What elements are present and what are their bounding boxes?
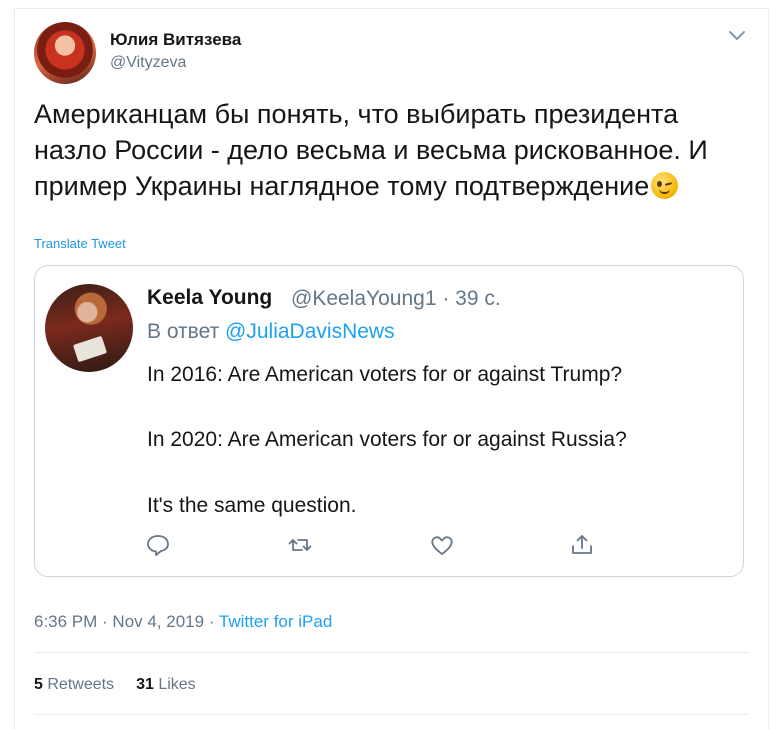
author-display-name[interactable]: Юлия Витязева — [110, 30, 241, 50]
tweet-text-content: Американцам бы понять, что выбирать през… — [34, 99, 708, 201]
tweet-source-link[interactable]: Twitter for iPad — [219, 612, 332, 631]
winking-face-emoji-icon — [651, 172, 679, 199]
tweet-stats: 5 Retweets 31 Likes — [34, 676, 196, 694]
likes-stat[interactable]: 31 Likes — [136, 676, 196, 693]
divider — [34, 652, 749, 653]
quoted-handle-time: @KeelaYoung1 · 39 с. — [291, 287, 501, 310]
translate-tweet-link[interactable]: Translate Tweet — [34, 236, 126, 251]
retweets-label: Retweets — [47, 676, 115, 693]
tweet-timestamp: 6:36 PM · Nov 4, 2019 · Twitter for iPad — [34, 612, 332, 632]
quoted-reply-prefix: В ответ — [147, 320, 220, 343]
frame-right-border — [768, 8, 769, 729]
tweet-text: Американцам бы понять, что выбирать през… — [34, 96, 734, 204]
share-icon[interactable] — [569, 532, 595, 558]
quoted-text-line: It's the same question. — [147, 494, 357, 517]
retweets-count: 5 — [34, 676, 43, 693]
retweets-stat[interactable]: 5 Retweets — [34, 676, 114, 693]
divider — [34, 714, 749, 715]
author-avatar[interactable] — [34, 22, 96, 84]
quoted-text-line: In 2016: Are American voters for or agai… — [147, 363, 623, 386]
author-handle[interactable]: @Vityzeva — [110, 54, 186, 72]
quoted-text-line: In 2020: Are American voters for or agai… — [147, 428, 627, 451]
quoted-tweet-card[interactable]: Keela Young @KeelaYoung1 · 39 с. В ответ… — [34, 265, 744, 577]
like-icon[interactable] — [429, 532, 455, 558]
reply-icon[interactable] — [145, 532, 171, 558]
chevron-down-icon[interactable] — [727, 28, 747, 44]
frame-top-border — [14, 8, 769, 9]
quoted-reply-mention[interactable]: @JuliaDavisNews — [225, 320, 395, 343]
quoted-reply-line: В ответ @JuliaDavisNews — [147, 320, 395, 344]
quoted-author-avatar[interactable] — [45, 284, 133, 372]
quoted-display-name[interactable]: Keela Young — [147, 286, 272, 310]
retweet-icon[interactable] — [287, 532, 313, 558]
frame-left-border — [14, 8, 15, 729]
likes-label: Likes — [158, 676, 196, 693]
tweet-time-date[interactable]: 6:36 PM · Nov 4, 2019 · — [34, 612, 219, 631]
likes-count: 31 — [136, 676, 154, 693]
